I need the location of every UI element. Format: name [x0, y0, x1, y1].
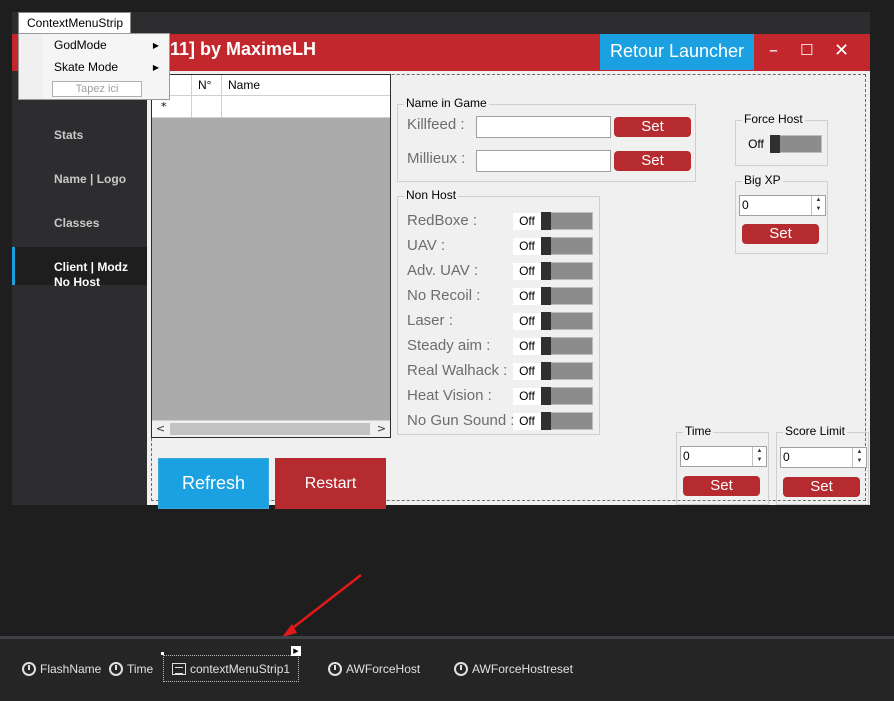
smart-tag-icon[interactable]: ▶ [291, 646, 301, 656]
selection-handle [161, 652, 164, 655]
tray-item-time[interactable]: Time [109, 660, 153, 678]
tray-item-contextmenustrip[interactable]: contextMenuStrip1 [163, 655, 300, 682]
tray-item-label: Time [127, 662, 154, 676]
timer-icon [109, 662, 123, 676]
tray-item-label: FlashName [40, 662, 102, 676]
timer-icon [328, 662, 342, 676]
tray-item-awforcehost[interactable]: AWForceHost [328, 660, 420, 678]
timer-icon [22, 662, 36, 676]
tray-item-awforcehostreset[interactable]: AWForceHostreset [454, 660, 573, 678]
red-arrow-annotation [282, 574, 362, 637]
component-tray: FlashName Time contextMenuStrip1 AWForce… [0, 639, 894, 701]
tray-item-flashname[interactable]: FlashName [22, 660, 101, 678]
context-menu-icon [172, 662, 186, 675]
timer-icon [454, 662, 468, 676]
tray-item-label: contextMenuStrip1 [190, 661, 291, 676]
tray-item-label: AWForceHost [346, 662, 421, 676]
tray-item-label: AWForceHostreset [472, 662, 573, 676]
